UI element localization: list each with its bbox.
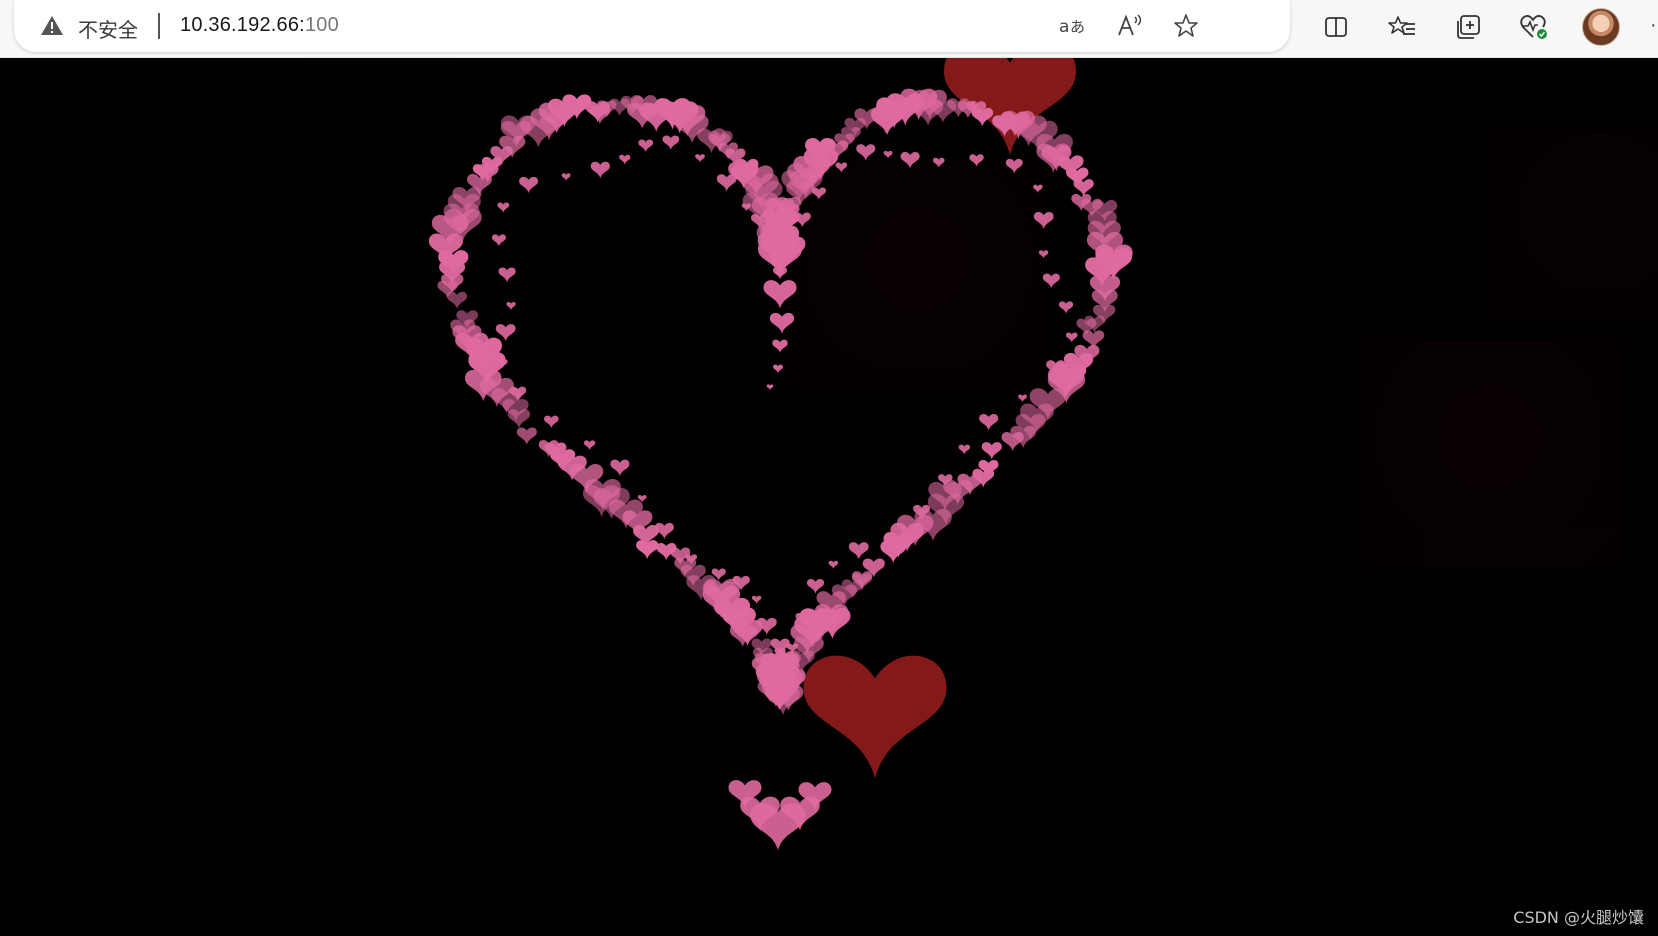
background-heart-23 [406,626,484,693]
pink-heart-particle-236 [933,157,945,168]
pink-heart-particle-288 [716,174,737,192]
pink-heart-particle-165 [447,291,468,309]
background-heart-25 [1286,590,1374,666]
background-heart-34 [1180,854,1280,936]
pink-heart-particle-280 [497,202,510,213]
pink-heart-particle-235 [900,151,920,169]
pink-heart-particle-299 [773,364,783,374]
background-heart-29 [803,655,947,779]
pink-heart-particle-265 [751,595,762,604]
pink-heart-particle-276 [495,324,516,342]
pink-heart-particle-48 [1073,179,1094,197]
background-heart-5 [752,98,808,146]
background-heart-22 [205,593,315,688]
pink-heart-particle-285 [638,139,654,153]
pink-heart-particle-244 [1065,332,1078,343]
pink-heart-particle-230 [793,212,811,228]
background-heart-11 [1545,178,1655,273]
pink-heart-particle-243 [1058,301,1074,314]
svg-text:あ: あ [1070,18,1085,36]
security-status-text[interactable]: 不安全 [78,14,138,43]
background-heart-3 [662,58,728,109]
favorites-list-icon[interactable] [1386,11,1418,43]
pink-heart-particle-279 [491,234,506,247]
background-heart-15 [1151,306,1229,373]
pink-heart-particle-286 [662,135,680,150]
background-heart-8 [566,306,644,373]
background-heart-35 [1397,612,1463,669]
background-heart-30 [0,716,54,783]
background-heart-1 [355,58,465,148]
page-canvas: CSDN @火腿炒馕 [0,58,1658,936]
pink-heart-particle-232 [835,162,848,173]
pink-heart-particle-296 [763,280,797,309]
pink-heart-particle-298 [772,339,788,353]
pink-heart-particle-273 [544,415,559,429]
pink-heart-particle-231 [811,187,826,200]
url-port: 100 [304,14,339,36]
pink-heart-particle-281 [519,176,539,194]
star-icon[interactable] [1172,12,1200,40]
browser-toolbar: 不安全 10.36.192.66:100 a あ · [0,0,1658,58]
pink-heart-particle-242 [1042,273,1060,289]
address-divider [158,13,160,39]
url-text[interactable]: 10.36.192.66:100 [180,14,339,37]
pink-heart-particle-233 [856,144,876,161]
background-heart-16 [31,455,119,531]
pink-heart-particle-241 [1038,250,1049,259]
warning-triangle-icon[interactable] [40,14,64,38]
pink-heart-particle-284 [619,154,631,165]
pink-heart-particle-153 [516,427,537,445]
background-heart-9 [852,218,984,332]
collections-icon[interactable] [1452,11,1484,43]
pink-heart-particle-74 [981,442,1002,460]
background-heart-19 [894,462,1016,567]
translate-icon[interactable]: a あ [1058,12,1086,40]
svg-text:a: a [1059,17,1069,37]
background-heart-24 [47,597,113,654]
pink-heart-particle-234 [883,150,893,159]
pink-heart-particle-253 [828,560,839,569]
heart-outline-particles [428,88,1133,851]
background-heart-10 [1264,172,1386,277]
pink-heart-particle-282 [561,173,571,181]
pink-heart-particle-269 [654,522,674,540]
background-heart-32 [846,786,924,853]
toolbar-overflow-edge[interactable]: · [1650,14,1657,37]
background-heart-31 [332,708,388,756]
pink-heart-particle-248 [958,444,971,455]
pink-heart-particle-252 [848,542,869,560]
background-hearts [0,58,1655,936]
background-heart-14 [1424,396,1556,510]
background-heart-12 [1441,260,1529,336]
address-bar[interactable]: 不安全 10.36.192.66:100 a あ [14,0,1290,52]
pink-heart-particle-239 [1033,184,1043,193]
pink-heart-particle-140 [656,542,677,561]
heart-animation [0,58,1655,936]
url-host: 10.36.192.66: [180,14,305,36]
read-aloud-icon[interactable] [1116,12,1144,40]
pink-heart-particle-287 [695,154,705,163]
pink-heart-particle-264 [756,617,777,635]
background-heart-6 [256,215,344,291]
csdn-watermark: CSDN @火腿炒馕 [1513,908,1644,927]
pink-heart-particle-240 [1033,211,1054,229]
split-screen-icon[interactable] [1320,11,1352,43]
background-heart-27 [1526,600,1614,676]
heartbeat-icon[interactable] [1518,11,1550,43]
pink-heart-particle-272 [583,440,596,451]
pink-heart-particle-283 [590,161,610,179]
profile-avatar[interactable] [1582,8,1620,46]
pink-heart-particle-237 [969,154,984,167]
pink-heart-particle-300 [766,384,774,391]
pink-heart-particle-297 [769,312,795,334]
pink-heart-particle-238 [1005,158,1023,174]
